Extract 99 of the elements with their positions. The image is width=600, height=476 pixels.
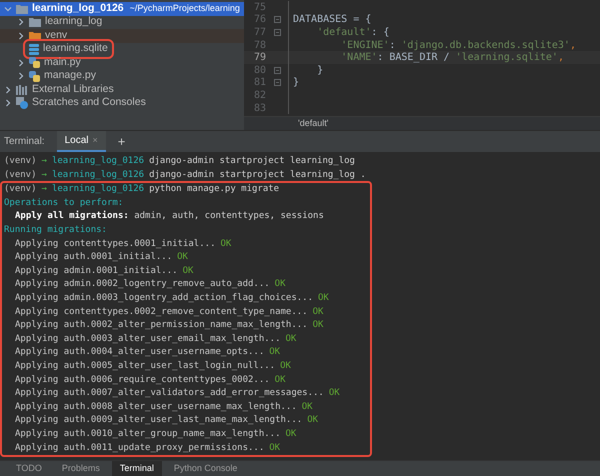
line-number: 83 bbox=[252, 102, 266, 116]
status-ok: OK bbox=[182, 264, 194, 278]
code-line: 'ENGINE': 'django.db.backends.sqlite3', bbox=[340, 38, 576, 52]
prompt-arrow: → bbox=[42, 168, 47, 182]
tree-item[interactable]: Scratches and Consoles bbox=[0, 96, 244, 110]
tree-item[interactable]: learning.sqlite bbox=[0, 42, 244, 56]
item-label: learning_log_0126 bbox=[32, 0, 124, 16]
status-ok: OK bbox=[286, 332, 296, 346]
venv-label: (venv) bbox=[4, 155, 37, 168]
terminal-tab[interactable]: Local × bbox=[56, 131, 106, 152]
status-ok: OK bbox=[280, 360, 291, 373]
output-text: Applying contenttypes.0001_initial... bbox=[15, 238, 216, 251]
output-text: Applying admin.0003_logentry_add_action_flag_choices... bbox=[15, 292, 314, 305]
tool-window-tab[interactable]: Python Console bbox=[166, 461, 246, 476]
prompt-arrow: → bbox=[42, 155, 47, 168]
venv-label: (venv) bbox=[4, 168, 37, 182]
item-label: venv bbox=[45, 28, 68, 43]
status-ok: OK bbox=[274, 374, 286, 387]
folder-icon bbox=[16, 4, 28, 14]
fold-marker-icon[interactable] bbox=[274, 79, 280, 86]
tree-item[interactable]: venv bbox=[0, 29, 244, 42]
output-heading: Operations to perform: bbox=[4, 196, 124, 210]
tool-window-tab[interactable]: TODO bbox=[8, 461, 50, 476]
status-ok: OK bbox=[312, 306, 324, 319]
tree-item[interactable]: manage.py bbox=[0, 70, 244, 83]
library-icon bbox=[16, 84, 28, 95]
status-ok: OK bbox=[269, 346, 280, 360]
tree-item[interactable]: learning_log_0126 ~/PycharmProjects/learning bbox=[0, 2, 244, 16]
prompt-arrow: → bbox=[42, 183, 47, 196]
item-label: Scratches and Consoles bbox=[32, 95, 146, 110]
output-text: Applying auth.0007_alter_validators_add_error_messages... bbox=[15, 387, 324, 400]
line-number: 79 bbox=[252, 51, 266, 66]
output-text: Applying auth.0005_alter_user_last_login_null... bbox=[15, 360, 276, 373]
tree-item[interactable]: learning_log bbox=[0, 16, 244, 29]
tree-item[interactable]: main.py bbox=[0, 56, 244, 70]
line-number: 75 bbox=[252, 0, 266, 14]
item-label: External Libraries bbox=[32, 82, 114, 97]
status-ok: OK bbox=[286, 428, 296, 441]
output-text: Applying auth.0006_require_contenttypes_0002... bbox=[15, 374, 270, 387]
output-text: Applying auth.0001_initial... bbox=[15, 251, 172, 264]
database-icon bbox=[29, 44, 39, 55]
output-text: Apply all migrations: admin, auth, contenttypes, sessions bbox=[15, 210, 324, 224]
output-text: Applying auth.0003_alter_user_email_max_length... bbox=[15, 332, 281, 346]
command-text: django-admin startproject learning_log bbox=[149, 155, 355, 168]
tool-window-tab[interactable]: Problems bbox=[54, 461, 108, 476]
item-path: ~/PycharmProjects/learning bbox=[130, 2, 240, 15]
status-ok: OK bbox=[302, 400, 313, 414]
status-ok: OK bbox=[274, 278, 286, 292]
command-text: django-admin startproject learning_log . bbox=[149, 168, 366, 182]
tab-label: Local bbox=[64, 134, 88, 148]
output-heading: Running migrations: bbox=[4, 224, 107, 238]
fold-marker-icon[interactable] bbox=[274, 16, 280, 24]
output-text: Applying contenttypes.0002_remove_content_type_name... bbox=[15, 306, 308, 319]
status-ok: OK bbox=[220, 238, 232, 251]
output-text: Applying auth.0008_alter_user_username_max_length... bbox=[15, 400, 297, 414]
line-number: 82 bbox=[252, 88, 266, 103]
status-ok: OK bbox=[269, 442, 280, 455]
item-label: main.py bbox=[44, 54, 81, 70]
code-line: } bbox=[316, 64, 324, 78]
output-text: Applying admin.0001_initial... bbox=[15, 264, 178, 278]
status-ok: OK bbox=[312, 319, 324, 332]
item-label: learning_log bbox=[45, 14, 102, 30]
terminal-label: Terminal: bbox=[4, 135, 45, 149]
code-line: } bbox=[293, 76, 300, 90]
line-number: 78 bbox=[252, 38, 266, 52]
line-number: 80 bbox=[252, 64, 266, 78]
code-line: 'NAME': BASE_DIR / 'learning.sqlite', bbox=[340, 51, 564, 66]
output-text: Applying auth.0009_alter_user_last_name_max_length... bbox=[15, 414, 302, 428]
item-label: learning.sqlite bbox=[43, 41, 108, 56]
scratches-icon bbox=[16, 97, 28, 110]
python-file-icon bbox=[29, 70, 40, 82]
command-text: python manage.py migrate bbox=[149, 183, 280, 196]
chevron-down-icon[interactable] bbox=[4, 4, 12, 13]
prompt-directory: learning_log_0126 bbox=[52, 183, 144, 196]
fold-marker-icon[interactable] bbox=[274, 66, 280, 74]
tool-window-tab[interactable]: Terminal bbox=[112, 461, 162, 476]
output-text: Applying auth.0011_update_proxy_permissions... bbox=[15, 442, 264, 455]
status-ok: OK bbox=[307, 414, 318, 428]
tree-item[interactable]: External Libraries bbox=[0, 83, 244, 96]
line-number: 76 bbox=[252, 13, 266, 28]
prompt-directory: learning_log_0126 bbox=[52, 155, 144, 168]
item-label: manage.py bbox=[44, 68, 96, 84]
add-tab-button[interactable]: + bbox=[118, 132, 126, 152]
python-file-icon bbox=[29, 57, 40, 68]
line-number: 81 bbox=[252, 76, 266, 90]
status-ok: OK bbox=[177, 251, 188, 264]
breadcrumb[interactable]: 'default' bbox=[298, 116, 328, 130]
prompt-directory: learning_log_0126 bbox=[52, 168, 144, 182]
line-number: 77 bbox=[252, 26, 266, 40]
status-ok: OK bbox=[328, 387, 340, 400]
output-text: Applying auth.0010_alter_group_name_max_length... bbox=[15, 428, 281, 441]
code-line: 'default': { bbox=[316, 26, 390, 40]
venv-label: (venv) bbox=[4, 183, 37, 196]
output-text: Applying auth.0002_alter_permission_name_max_length... bbox=[15, 319, 308, 332]
fold-marker-icon[interactable] bbox=[274, 28, 280, 36]
output-text: Applying admin.0002_logentry_remove_auto_add... bbox=[15, 278, 270, 292]
output-text: Applying auth.0004_alter_user_username_opts... bbox=[15, 346, 264, 360]
status-ok: OK bbox=[318, 292, 329, 305]
code-line: DATABASES = { bbox=[293, 13, 372, 27]
